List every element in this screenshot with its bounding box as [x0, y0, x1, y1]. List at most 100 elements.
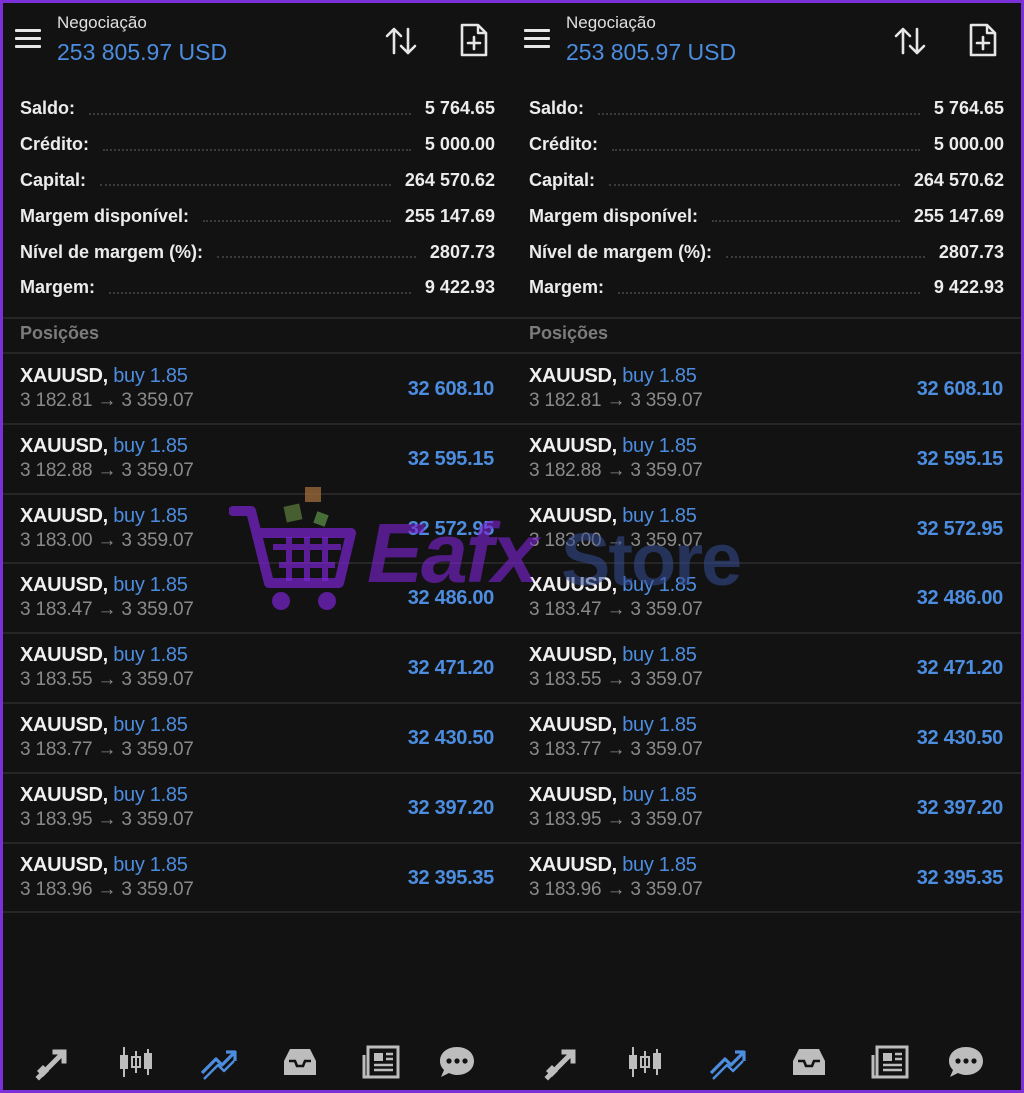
new-order-icon[interactable]: [967, 22, 999, 58]
summary-label: Margem disponível:: [20, 205, 190, 226]
dotted-leader: [103, 148, 411, 151]
summary-row-margem-disponivel: Margem disponível: 255 147.69: [3, 198, 512, 234]
header: Negociação 253 805.97 USD: [512, 3, 1021, 83]
chart-icon[interactable]: [116, 1043, 156, 1081]
position-row[interactable]: XAUUSD, buy 1.85 3 182.88 → 3 359.07 32 59…: [3, 425, 512, 495]
position-row[interactable]: XAUUSD, buy 1.85 3 183.96 → 3 359.07 32 39…: [3, 844, 512, 914]
position-title: XAUUSD, buy 1.85: [529, 644, 697, 667]
page-title: Negociação: [566, 13, 656, 32]
position-row[interactable]: XAUUSD, buy 1.85 3 182.81 → 3 359.07 32 60…: [3, 355, 512, 425]
position-side: buy 1.85: [622, 434, 697, 457]
divider: [512, 317, 1021, 319]
position-profit: 32 572.95: [916, 517, 1004, 540]
chart-icon[interactable]: [625, 1043, 665, 1081]
trade-icon[interactable]: [198, 1043, 238, 1081]
positions-list: XAUUSD, buy 1.85 3 182.81 → 3 359.07 32 60…: [512, 355, 1021, 914]
position-side: buy 1.85: [622, 783, 697, 806]
position-title: XAUUSD, buy 1.85: [20, 784, 188, 807]
messages-icon[interactable]: [946, 1043, 986, 1081]
menu-icon[interactable]: [524, 29, 552, 51]
summary-row-capital: Capital: 264 570.62: [3, 163, 512, 199]
position-row[interactable]: XAUUSD, buy 1.85 3 182.81 → 3 359.07 32 60…: [512, 355, 1021, 425]
position-title: XAUUSD, buy 1.85: [529, 854, 697, 877]
position-symbol: XAUUSD,: [20, 434, 108, 457]
position-profit: 32 595.15: [407, 447, 495, 470]
position-prices: 3 183.47 → 3 359.07: [20, 599, 194, 621]
dotted-leader: [109, 291, 411, 294]
summary-row-margem: Margem: 9 422.93: [512, 270, 1021, 306]
sort-icon[interactable]: [383, 23, 419, 59]
summary-value: 9 422.93: [424, 277, 495, 298]
position-row[interactable]: XAUUSD, buy 1.85 3 183.00 → 3 359.07 32 57…: [3, 495, 512, 565]
position-side: buy 1.85: [113, 644, 188, 667]
news-icon[interactable]: [871, 1043, 911, 1081]
equity-value: 253 805.97 USD: [566, 39, 737, 65]
position-prices: 3 183.95 → 3 359.07: [529, 808, 703, 830]
position-row[interactable]: XAUUSD, buy 1.85 3 183.47 → 3 359.07 32 48…: [512, 564, 1021, 635]
position-prices: 3 183.47 → 3 359.07: [529, 599, 703, 621]
history-icon[interactable]: [280, 1043, 320, 1081]
summary-label: Crédito:: [20, 134, 89, 155]
positions-heading: Posições: [20, 323, 100, 343]
quotes-icon[interactable]: [33, 1043, 73, 1081]
position-row[interactable]: XAUUSD, buy 1.85 3 183.47 → 3 359.07 32 48…: [3, 564, 512, 635]
position-prices: 3 183.77 → 3 359.07: [20, 738, 194, 760]
position-side: buy 1.85: [113, 434, 188, 457]
position-profit: 32 430.50: [916, 726, 1004, 749]
position-prices: 3 182.88 → 3 359.07: [529, 459, 703, 481]
position-side: buy 1.85: [622, 504, 697, 527]
position-profit: 32 395.35: [407, 866, 495, 889]
position-side: buy 1.85: [113, 853, 188, 876]
position-title: XAUUSD, buy 1.85: [20, 435, 188, 458]
position-prices: 3 183.00 → 3 359.07: [20, 529, 194, 551]
position-symbol: XAUUSD,: [529, 365, 617, 387]
position-row[interactable]: XAUUSD, buy 1.85 3 183.00 → 3 359.07 32 57…: [512, 495, 1021, 565]
position-title: XAUUSD, buy 1.85: [529, 714, 697, 737]
position-row[interactable]: XAUUSD, buy 1.85 3 183.55 → 3 359.07 32 47…: [512, 634, 1021, 704]
header: Negociação 253 805.97 USD: [3, 3, 512, 83]
position-profit: 32 595.15: [916, 447, 1004, 470]
trade-icon[interactable]: [707, 1043, 747, 1081]
position-row[interactable]: XAUUSD, buy 1.85 3 183.95 → 3 359.07 32 39…: [3, 774, 512, 844]
position-title: XAUUSD, buy 1.85: [20, 365, 188, 388]
summary-value: 255 147.69: [913, 205, 1004, 226]
news-icon[interactable]: [362, 1043, 402, 1081]
position-row[interactable]: XAUUSD, buy 1.85 3 183.77 → 3 359.07 32 43…: [512, 704, 1021, 774]
summary-row-nivel-margem: Nível de margem (%): 2807.73: [512, 234, 1021, 270]
dotted-leader: [612, 148, 920, 151]
position-prices: 3 183.96 → 3 359.07: [20, 878, 194, 900]
position-symbol: XAUUSD,: [529, 574, 617, 597]
summary-value: 264 570.62: [913, 169, 1004, 190]
history-icon[interactable]: [789, 1043, 829, 1081]
quotes-icon[interactable]: [542, 1043, 582, 1081]
summary-label: Nível de margem (%):: [529, 241, 713, 262]
position-profit: 32 471.20: [407, 657, 495, 680]
position-symbol: XAUUSD,: [20, 504, 108, 527]
position-prices: 3 183.00 → 3 359.07: [529, 529, 703, 551]
summary-value: 264 570.62: [404, 169, 495, 190]
panels: Negociação 253 805.97 USD Saldo: 5 764.65…: [3, 3, 1021, 1090]
position-prices: 3 182.88 → 3 359.07: [20, 459, 194, 481]
position-row[interactable]: XAUUSD, buy 1.85 3 183.55 → 3 359.07 32 47…: [3, 634, 512, 704]
position-title: XAUUSD, buy 1.85: [529, 574, 697, 597]
app-frame: Negociação 253 805.97 USD Saldo: 5 764.65…: [3, 3, 1021, 1090]
position-side: buy 1.85: [113, 713, 188, 736]
position-title: XAUUSD, buy 1.85: [20, 505, 188, 528]
position-row[interactable]: XAUUSD, buy 1.85 3 182.88 → 3 359.07 32 59…: [512, 425, 1021, 495]
position-title: XAUUSD, buy 1.85: [529, 505, 697, 528]
position-row[interactable]: XAUUSD, buy 1.85 3 183.95 → 3 359.07 32 39…: [512, 774, 1021, 844]
position-profit: 32 397.20: [916, 796, 1004, 819]
summary-row-capital: Capital: 264 570.62: [512, 163, 1021, 199]
position-prices: 3 183.96 → 3 359.07: [529, 878, 703, 900]
position-row[interactable]: XAUUSD, buy 1.85 3 183.96 → 3 359.07 32 39…: [512, 844, 1021, 914]
account-summary: Saldo: 5 764.65 Crédito: 5 000.00 Capital:…: [3, 91, 512, 306]
messages-icon[interactable]: [437, 1043, 477, 1081]
position-profit: 32 608.10: [407, 378, 495, 400]
dotted-leader: [89, 112, 411, 115]
menu-icon[interactable]: [15, 29, 43, 51]
new-order-icon[interactable]: [458, 22, 490, 58]
sort-icon[interactable]: [892, 23, 928, 59]
position-profit: 32 608.10: [916, 378, 1004, 400]
position-profit: 32 486.00: [916, 587, 1004, 610]
position-row[interactable]: XAUUSD, buy 1.85 3 183.77 → 3 359.07 32 43…: [3, 704, 512, 774]
